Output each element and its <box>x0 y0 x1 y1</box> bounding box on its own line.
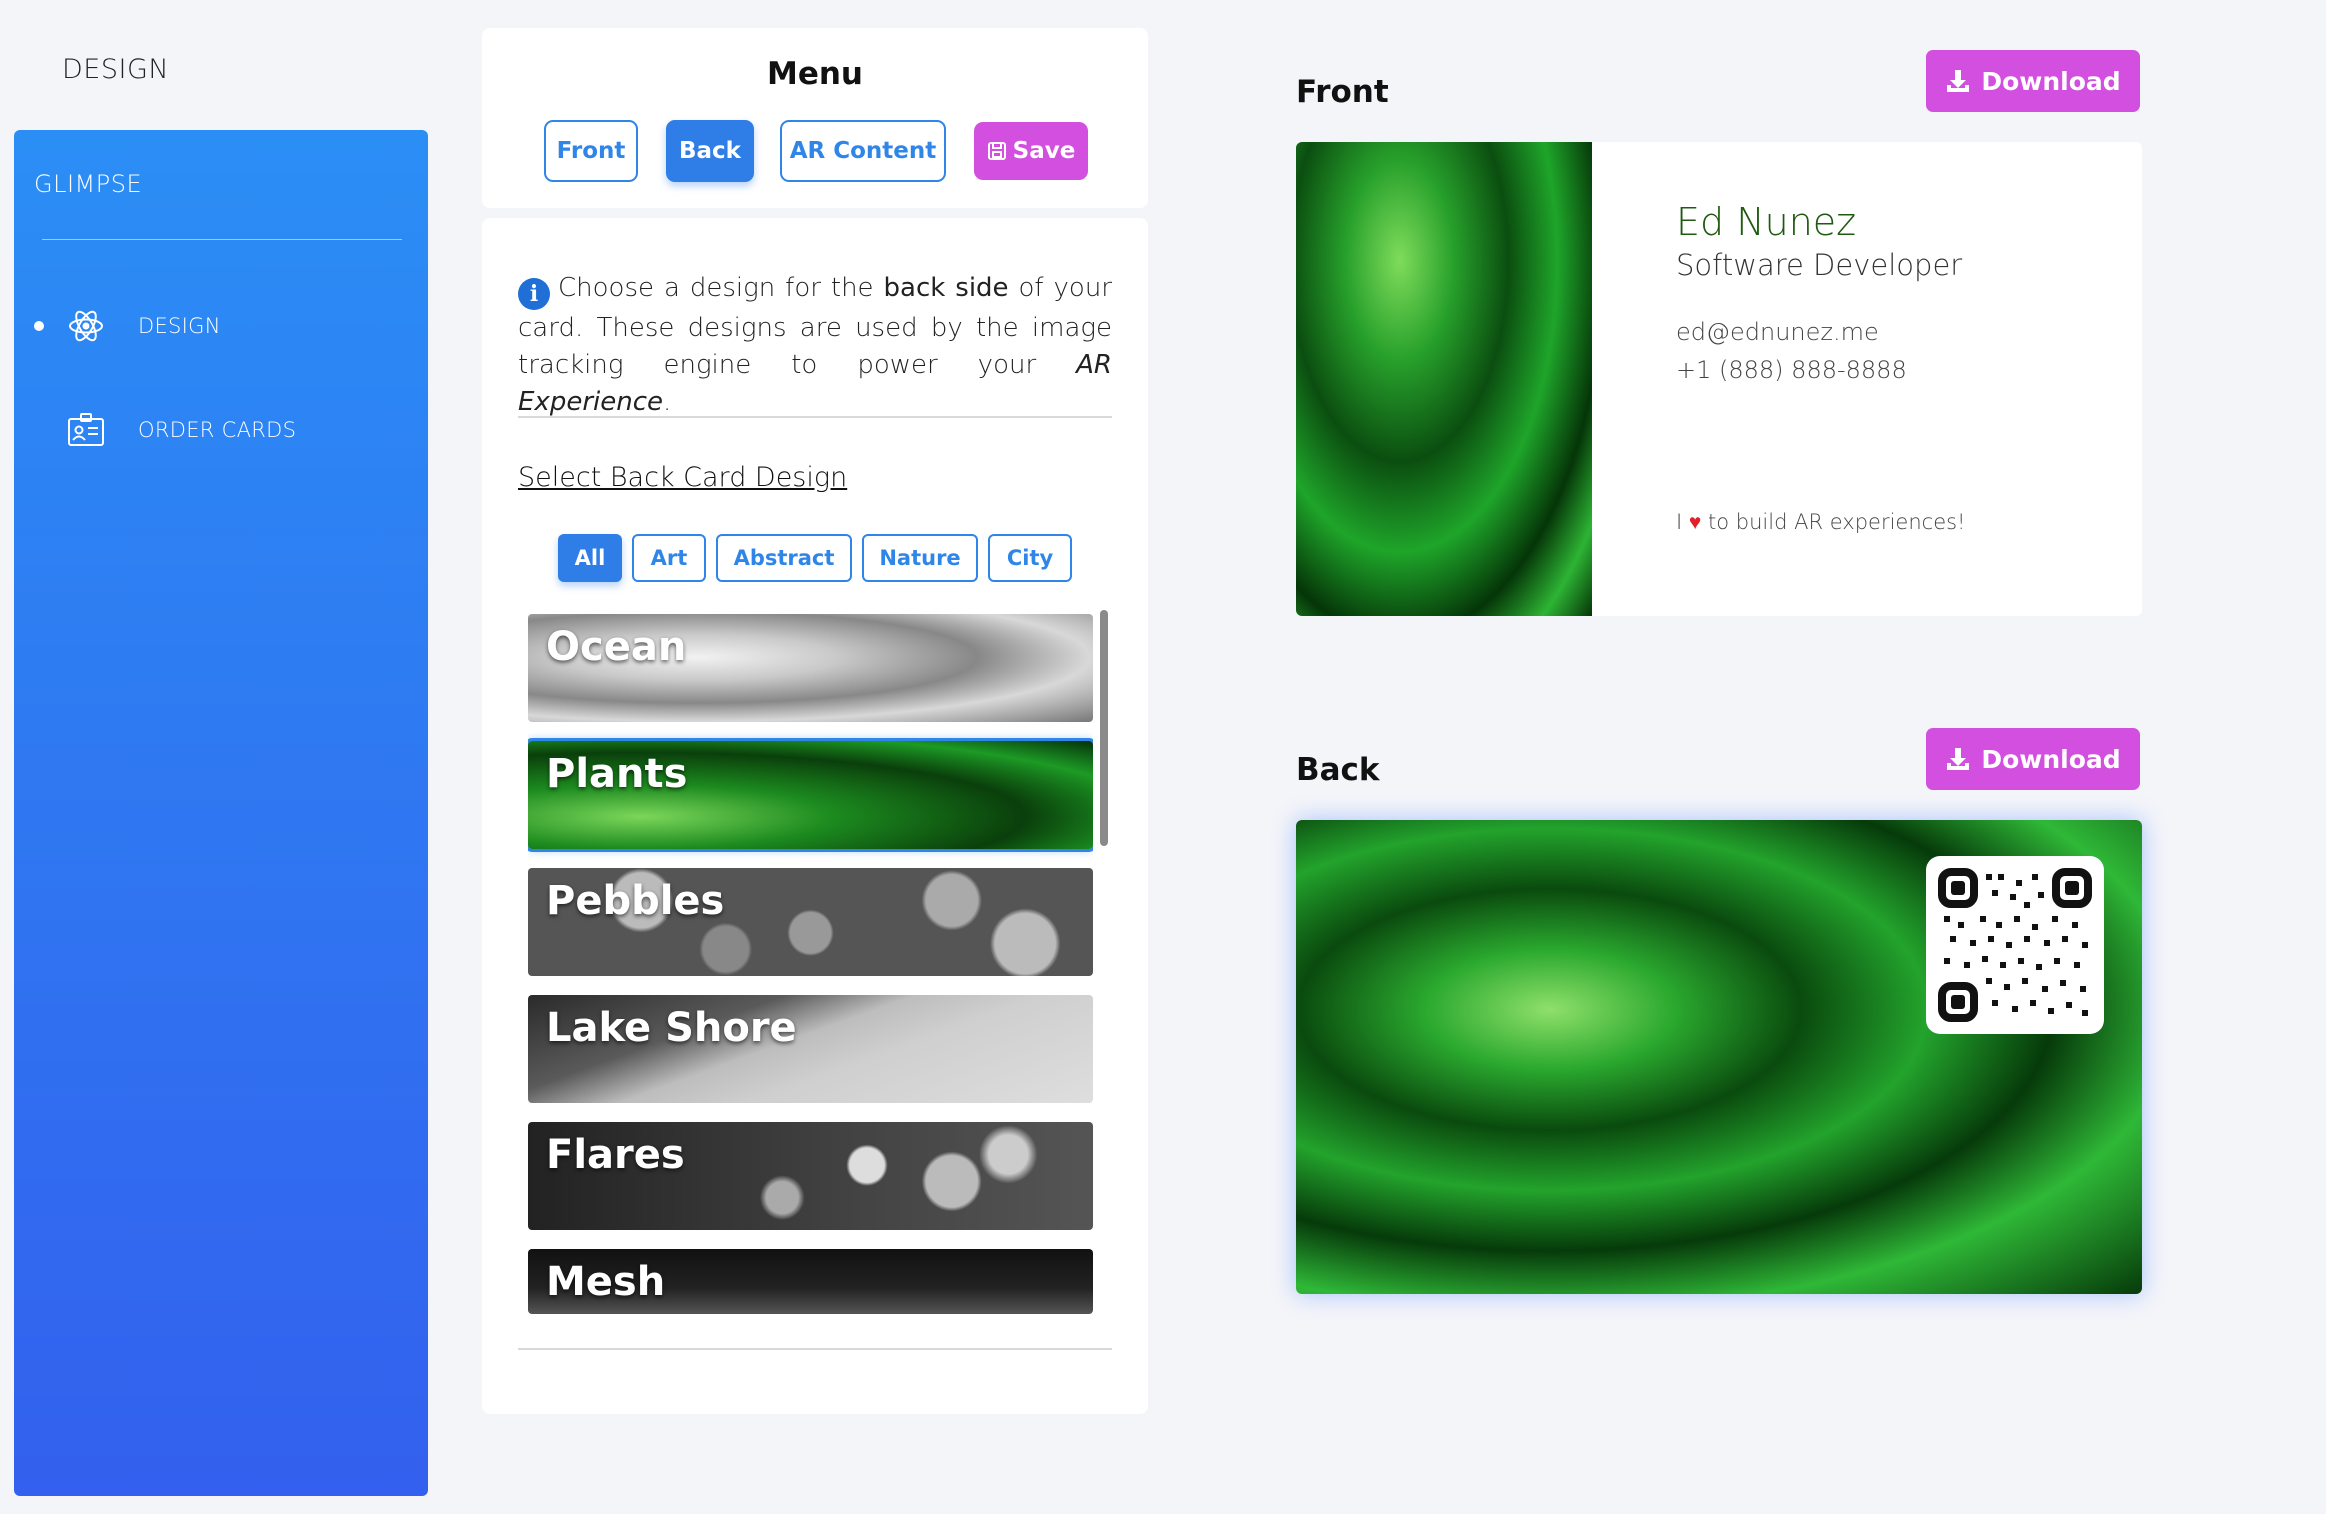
menu-title: Menu <box>766 56 863 92</box>
page-title: DESIGN <box>62 54 170 85</box>
sidebar-divider <box>42 239 402 240</box>
design-tile-lake-shore[interactable]: Lake Shore <box>528 995 1093 1103</box>
filter-all[interactable]: All <box>558 534 622 582</box>
back-button[interactable]: Back <box>666 120 754 182</box>
card-email: ed@ednunez.me <box>1676 318 1879 346</box>
info-icon: i <box>518 278 550 310</box>
brand-name[interactable]: GLIMPSE <box>34 170 142 198</box>
design-panel: i Choose a design for the back side of yo… <box>482 218 1148 1414</box>
divider <box>518 1348 1112 1350</box>
filter-art[interactable]: Art <box>632 534 706 582</box>
sidebar-item-label: DESIGN <box>138 314 221 338</box>
save-button[interactable]: Save <box>974 122 1088 180</box>
front-card-preview: Ed Nunez Software Developer ed@ednunez.m… <box>1296 142 2142 616</box>
divider <box>518 416 1112 418</box>
design-list-scrollbar[interactable] <box>1100 610 1108 846</box>
download-front-button[interactable]: Download <box>1926 50 2140 112</box>
card-tagline: I ♥ to build AR experiences! <box>1676 510 1966 534</box>
front-label: Front <box>1296 74 1389 110</box>
download-label: Download <box>1981 66 2121 96</box>
download-back-button[interactable]: Download <box>1926 728 2140 790</box>
card-name: Ed Nunez <box>1676 200 1857 244</box>
design-tile-ocean[interactable]: Ocean <box>528 614 1093 722</box>
filter-abstract[interactable]: Abstract <box>716 534 852 582</box>
design-list: Ocean Plants Pebbles Lake Shore Flares M… <box>528 614 1093 1314</box>
sidebar-item-order-cards[interactable]: ORDER CARDS <box>14 400 428 460</box>
card-role: Software Developer <box>1676 248 1963 282</box>
card-phone: +1 (888) 888-8888 <box>1676 356 1907 384</box>
save-label: Save <box>1012 138 1076 164</box>
sidebar-item-label: ORDER CARDS <box>138 418 297 442</box>
active-indicator <box>34 321 44 331</box>
id-card-icon <box>68 413 104 446</box>
menu-panel: Menu Front Back AR Content Save <box>482 28 1148 208</box>
design-tile-pebbles[interactable]: Pebbles <box>528 868 1093 976</box>
select-design-title: Select Back Card Design <box>518 462 848 493</box>
back-label: Back <box>1296 752 1380 788</box>
sidebar: GLIMPSE DESIGN ORDER CARDS <box>14 130 428 1496</box>
ar-content-button[interactable]: AR Content <box>780 120 946 182</box>
design-tile-flares[interactable]: Flares <box>528 1122 1093 1230</box>
qr-code-icon <box>1926 856 2104 1034</box>
download-icon <box>1947 748 1970 770</box>
design-tile-plants[interactable]: Plants <box>528 741 1093 849</box>
front-card-image <box>1296 142 1592 616</box>
back-card-preview <box>1296 820 2142 1294</box>
save-icon <box>987 142 1006 160</box>
atom-icon <box>69 310 103 342</box>
design-tile-mesh[interactable]: Mesh <box>528 1249 1093 1314</box>
front-button[interactable]: Front <box>544 120 638 182</box>
download-icon <box>1947 70 1970 92</box>
heart-icon: ♥ <box>1688 510 1702 534</box>
filter-nature[interactable]: Nature <box>862 534 978 582</box>
filter-city[interactable]: City <box>988 534 1072 582</box>
design-info: i Choose a design for the back side of yo… <box>518 273 1112 417</box>
download-label: Download <box>1981 744 2121 774</box>
sidebar-item-design[interactable]: DESIGN <box>14 296 428 356</box>
